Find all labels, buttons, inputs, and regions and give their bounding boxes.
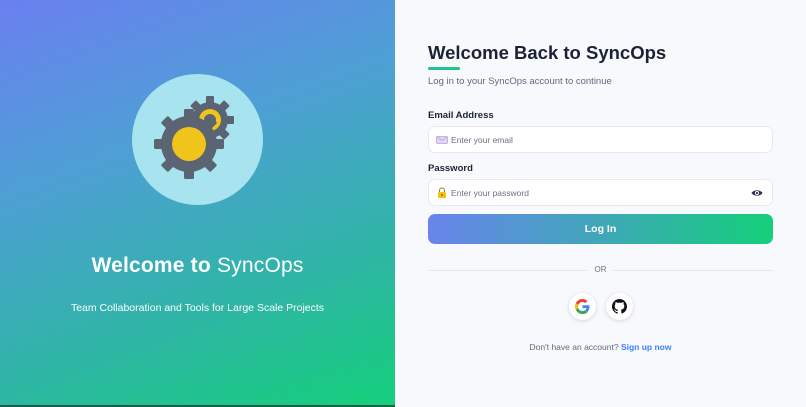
hero-title-prefix: Welcome to (91, 254, 211, 277)
github-login-button[interactable] (606, 293, 633, 320)
login-page: Welcome to SyncOps Team Collaboration an… (0, 0, 806, 407)
signup-prompt: Don't have an account? (529, 342, 619, 352)
login-form-panel: Welcome Back to SyncOps Log in to your S… (395, 0, 806, 407)
email-label: Email Address (428, 110, 494, 121)
google-login-button[interactable] (569, 293, 596, 320)
envelope-icon (436, 136, 448, 144)
form-title: Welcome Back to SyncOps (428, 42, 667, 63)
hero-panel: Welcome to SyncOps Team Collaboration an… (0, 0, 395, 407)
hero-title: Welcome to SyncOps (0, 254, 395, 278)
password-field[interactable] (451, 180, 751, 205)
or-divider: OR (428, 264, 773, 276)
password-label: Password (428, 163, 473, 174)
login-button[interactable]: Log In (428, 214, 773, 244)
form-subtitle: Log in to your SyncOps account to contin… (428, 76, 612, 87)
hero-subtitle: Team Collaboration and Tools for Large S… (70, 302, 325, 314)
gears-icon (154, 96, 234, 179)
hero-title-brand: SyncOps (216, 254, 304, 277)
title-underline (428, 67, 460, 70)
google-icon (575, 299, 590, 314)
signup-row: Don't have an account? Sign up now (428, 342, 773, 352)
email-field-wrapper (428, 126, 773, 153)
lock-icon (438, 187, 446, 198)
divider-line-right (613, 270, 773, 271)
password-field-wrapper (428, 179, 773, 206)
hero-badge (132, 74, 263, 205)
eye-icon[interactable] (751, 188, 763, 198)
email-field[interactable] (451, 127, 751, 152)
github-icon (612, 299, 627, 314)
signup-link[interactable]: Sign up now (621, 342, 672, 352)
